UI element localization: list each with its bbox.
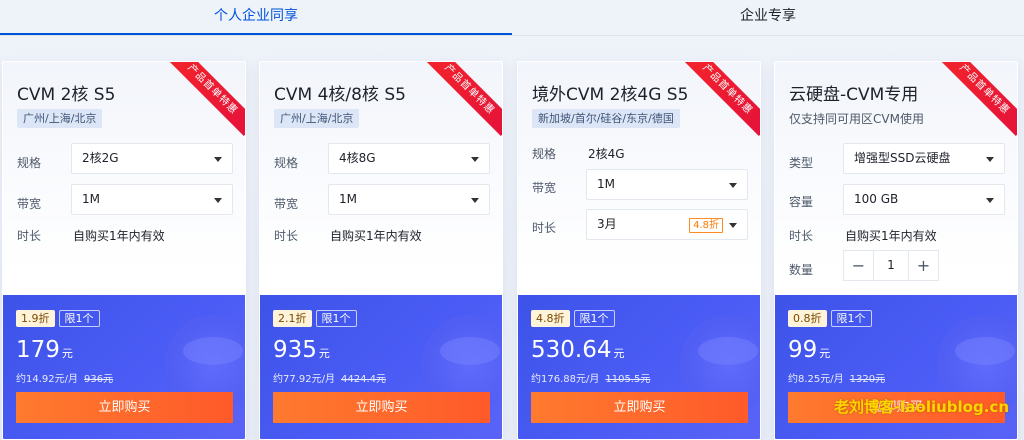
- promo-ribbon: 产品首单特惠: [426, 62, 502, 138]
- limit-badge: 限1个: [573, 310, 615, 327]
- product-card-cvm-2core: 产品首单特惠 CVM 2核 S5 广州/上海/北京 规格 2核2G 带宽 1M …: [2, 61, 246, 440]
- watermark: 老刘博客-laoliublog.cn: [834, 398, 1009, 416]
- price-panel: 4.8折 限1个 530.64 元 约176.88元/月 1105.5元 立即购买: [518, 295, 760, 439]
- product-card-cloud-disk: 产品首单特惠 云硬盘-CVM专用 仅支持同可用区CVM使用 类型 增强型SSD云…: [774, 61, 1018, 440]
- spec-label: 规格: [17, 156, 42, 170]
- tab-divider: [0, 35, 1024, 36]
- price: 99 元: [788, 337, 831, 363]
- spec-label: 规格: [274, 156, 299, 170]
- product-card-overseas-cvm: 产品首单特惠 境外CVM 2核4G S5 新加坡/首尔/硅谷/东京/德国 规格 …: [517, 61, 761, 440]
- spec-select[interactable]: 2核2G: [71, 143, 233, 174]
- decorative-disc: [183, 337, 243, 365]
- original-price: 1105.5元: [605, 374, 651, 385]
- quantity-label: 数量: [789, 263, 814, 277]
- duration-label: 时长: [789, 229, 814, 243]
- minus-icon[interactable]: −: [843, 250, 874, 281]
- duration-value: 自购买1年内有效: [845, 229, 937, 243]
- limit-badge: 限1个: [315, 310, 357, 327]
- original-price: 936元: [84, 374, 114, 385]
- decorative-disc: [698, 337, 758, 365]
- spec-value: 2核4G: [588, 147, 625, 161]
- card-title: 云硬盘-CVM专用: [789, 85, 919, 105]
- capacity-select[interactable]: 100 GB: [843, 184, 1005, 215]
- region-tag: 广州/上海/北京: [274, 109, 360, 128]
- bandwidth-select[interactable]: 1M: [586, 169, 748, 200]
- duration-value: 自购买1年内有效: [330, 229, 422, 243]
- discount-badge: 4.8折: [531, 310, 570, 327]
- monthly-price: 约77.92元/月 4424.4元: [273, 374, 386, 385]
- chevron-down-icon: [214, 198, 222, 203]
- bandwidth-select[interactable]: 1M: [328, 184, 490, 215]
- price-panel: 0.8折 限1个 99 元 约8.25元/月 1320元 立即购买 老刘博客-lao…: [775, 295, 1017, 439]
- chevron-down-icon: [729, 183, 737, 188]
- capacity-label: 容量: [789, 195, 814, 209]
- plus-icon[interactable]: +: [908, 250, 939, 281]
- price-panel: 1.9折 限1个 179 元 约14.92元/月 936元 立即购买: [3, 295, 245, 439]
- monthly-price: 约8.25元/月 1320元: [788, 374, 886, 385]
- discount-badge: 1.9折: [16, 310, 55, 327]
- promo-ribbon: 产品首单特惠: [941, 62, 1017, 138]
- price: 179 元: [16, 337, 73, 363]
- decorative-disc: [440, 337, 500, 365]
- spec-label: 规格: [532, 147, 557, 161]
- region-tag: 广州/上海/北京: [17, 109, 103, 128]
- monthly-price: 约176.88元/月 1105.5元: [531, 374, 651, 385]
- tab-personal-enterprise[interactable]: 个人企业同享: [0, 0, 512, 36]
- spec-select[interactable]: 4核8G: [328, 143, 490, 174]
- price: 530.64 元: [531, 337, 625, 363]
- quantity-value[interactable]: 1: [874, 250, 908, 281]
- card-title: CVM 2核 S5: [17, 85, 116, 105]
- duration-label: 时长: [274, 229, 299, 243]
- bandwidth-select[interactable]: 1M: [71, 184, 233, 215]
- region-tag: 新加坡/首尔/硅谷/东京/德国: [532, 109, 680, 128]
- card-title: CVM 4核/8核 S5: [274, 85, 406, 105]
- buy-now-button[interactable]: 立即购买: [273, 392, 490, 423]
- duration-label: 时长: [532, 221, 557, 235]
- monthly-price: 约14.92元/月 936元: [16, 374, 114, 385]
- price-panel: 2.1折 限1个 935 元 约77.92元/月 4424.4元 立即购买: [260, 295, 502, 439]
- active-tab-indicator: [0, 33, 512, 35]
- chevron-down-icon: [986, 157, 994, 162]
- chevron-down-icon: [471, 157, 479, 162]
- decorative-disc: [955, 337, 1015, 365]
- chevron-down-icon: [471, 198, 479, 203]
- disk-type-select[interactable]: 增强型SSD云硬盘: [843, 143, 1005, 174]
- quantity-stepper: − 1 +: [843, 250, 939, 281]
- price: 935 元: [273, 337, 330, 363]
- duration-discount-chip: 4.8折: [689, 218, 723, 233]
- limit-badge: 限1个: [58, 310, 100, 327]
- duration-select[interactable]: 3月 4.8折: [586, 209, 748, 240]
- promo-ribbon: 产品首单特惠: [169, 62, 245, 138]
- limit-badge: 限1个: [830, 310, 872, 327]
- type-label: 类型: [789, 156, 814, 170]
- discount-badge: 0.8折: [788, 310, 827, 327]
- card-title: 境外CVM 2核4G S5: [532, 85, 689, 105]
- chevron-down-icon: [729, 223, 737, 228]
- bandwidth-label: 带宽: [532, 181, 557, 195]
- product-card-cvm-4core: 产品首单特惠 CVM 4核/8核 S5 广州/上海/北京 规格 4核8G 带宽 …: [259, 61, 503, 440]
- chevron-down-icon: [986, 198, 994, 203]
- tab-enterprise-only[interactable]: 企业专享: [512, 0, 1024, 36]
- card-description: 仅支持同可用区CVM使用: [789, 112, 924, 126]
- buy-now-button[interactable]: 立即购买: [531, 392, 748, 423]
- bandwidth-label: 带宽: [274, 197, 299, 211]
- chevron-down-icon: [214, 157, 222, 162]
- original-price: 1320元: [849, 374, 886, 385]
- original-price: 4424.4元: [341, 374, 386, 385]
- duration-label: 时长: [17, 229, 42, 243]
- duration-value: 自购买1年内有效: [73, 229, 165, 243]
- buy-now-button[interactable]: 立即购买: [16, 392, 233, 423]
- bandwidth-label: 带宽: [17, 197, 42, 211]
- discount-badge: 2.1折: [273, 310, 312, 327]
- tab-bar: 个人企业同享 企业专享: [0, 0, 1024, 36]
- promo-ribbon: 产品首单特惠: [684, 62, 760, 138]
